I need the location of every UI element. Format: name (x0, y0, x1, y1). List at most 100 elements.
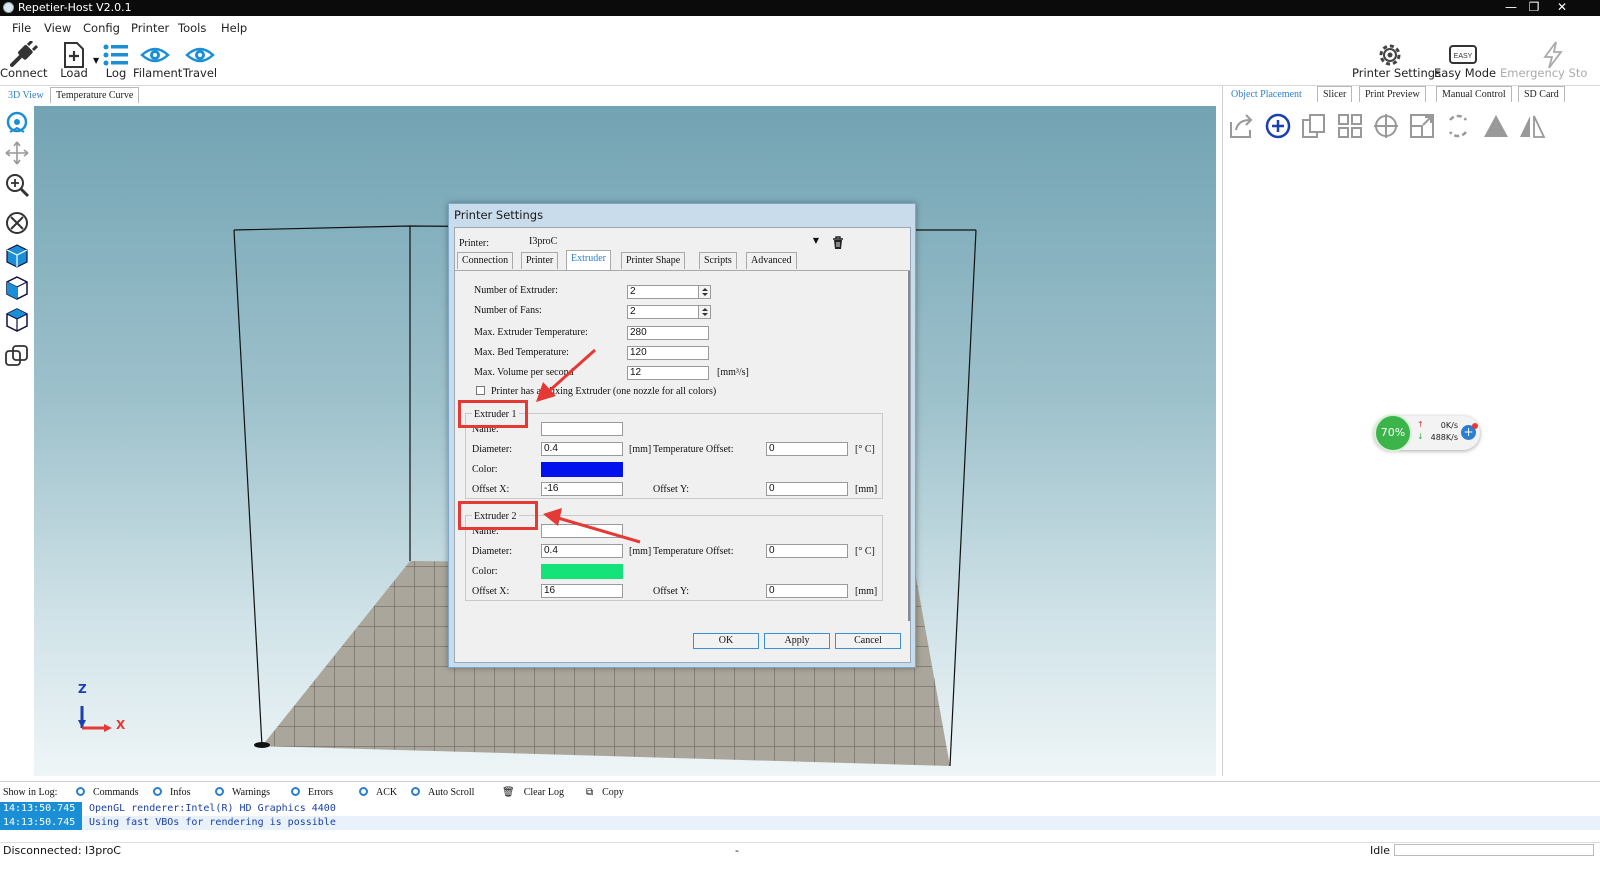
extruder-2-offset-x-label: Offset X: (472, 586, 510, 597)
restore-icon[interactable]: ❐ (1523, 0, 1545, 16)
apply-button[interactable]: Apply (764, 633, 830, 649)
load-button[interactable]: Load (56, 38, 92, 84)
copy-icon: ⧉ (586, 787, 594, 798)
copy-log-button[interactable]: ⧉ Copy (586, 787, 624, 798)
extruder-1-temp-offset-label: Temperature Offset: (653, 444, 734, 455)
num-extruder-input[interactable]: 2 (627, 285, 699, 299)
filament-button[interactable]: Filament (133, 38, 182, 84)
max-extruder-temp-input[interactable]: 280 (627, 326, 709, 340)
clear-log-button[interactable]: 🗑 Clear Log (502, 787, 564, 798)
extruder-2-offset-unit: [mm] (855, 586, 878, 597)
autoposition-icon[interactable] (1336, 112, 1364, 140)
rotate-view-icon[interactable] (4, 110, 30, 136)
axis-z-label: Z (78, 682, 87, 696)
extruder-1-temp-offset-input[interactable]: 0 (766, 442, 848, 456)
eye-icon (185, 47, 215, 63)
front-view-icon[interactable] (4, 275, 30, 301)
easy-mode-button[interactable]: EASY Easy Mode (1434, 38, 1496, 84)
log-option-commands[interactable]: Commands (76, 787, 139, 798)
zoom-icon[interactable] (4, 172, 30, 198)
title-bar: Repetier-Host V2.0.1 — ❐ ✕ (0, 0, 1600, 16)
tab-connection[interactable]: Connection (457, 252, 514, 269)
center-object-icon[interactable] (1372, 112, 1400, 140)
log-option-ack[interactable]: ACK (359, 787, 397, 798)
extruder-2-temp-offset-input[interactable]: 0 (766, 544, 848, 558)
menu-tools[interactable]: Tools (178, 21, 206, 35)
log-option-errors[interactable]: Errors (291, 787, 333, 798)
tab-sd-card[interactable]: SD Card (1518, 86, 1565, 102)
menu-view[interactable]: View (44, 21, 71, 35)
plug-icon (10, 41, 38, 67)
cancel-button[interactable]: Cancel (835, 633, 901, 649)
extruder-2-offset-x-input[interactable]: 16 (541, 584, 623, 598)
top-view-icon[interactable] (4, 307, 30, 333)
travel-button[interactable]: Travel (180, 38, 220, 84)
lightning-icon (1543, 41, 1563, 69)
tab-extruder[interactable]: Extruder (566, 250, 611, 270)
download-speed: 488K/s (1430, 433, 1458, 442)
menu-config[interactable]: Config (83, 21, 120, 35)
tab-temperature-curve[interactable]: Temperature Curve (50, 87, 140, 103)
radio-icon (153, 787, 162, 796)
add-object-icon[interactable] (1264, 112, 1292, 140)
log-option-infos[interactable]: Infos (153, 787, 191, 798)
extruder-1-temp-unit: [° C] (855, 444, 875, 455)
tab-printer-shape[interactable]: Printer Shape (621, 252, 686, 269)
view-tool-column (0, 106, 34, 776)
rotate-object-icon[interactable] (1444, 112, 1472, 140)
extruder-1-offset-y-input[interactable]: 0 (766, 482, 848, 496)
fit-view-icon[interactable] (4, 210, 30, 236)
trash-icon[interactable] (832, 236, 844, 250)
extruder-2-color-swatch[interactable] (541, 564, 623, 579)
log-button[interactable]: Log (101, 38, 131, 84)
minimize-icon[interactable]: — (1500, 0, 1522, 16)
log-option-auto-scroll[interactable]: Auto Scroll (411, 787, 474, 798)
origin-marker (254, 742, 270, 748)
load-dropdown-icon[interactable]: ▼ (93, 56, 99, 65)
mirror-object-icon[interactable] (1518, 112, 1546, 140)
printer-label: Printer: (459, 238, 489, 249)
log-option-warnings[interactable]: Warnings (215, 787, 270, 798)
show-in-log-label: Show in Log: (3, 787, 58, 798)
radio-icon (411, 787, 420, 796)
menu-printer[interactable]: Printer (131, 21, 169, 35)
window-title: Repetier-Host V2.0.1 (18, 1, 132, 14)
export-icon[interactable] (1228, 112, 1256, 140)
num-fans-stepper[interactable] (699, 305, 711, 319)
tab-3d-view[interactable]: 3D View (2, 87, 50, 103)
dialog-title: Printer Settings (454, 208, 544, 222)
num-fans-input[interactable]: 2 (627, 305, 699, 319)
printer-settings-button[interactable]: Printer Settings (1352, 38, 1441, 84)
emergency-stop-button[interactable]: Emergency Sto (1498, 38, 1598, 84)
cut-object-icon[interactable] (1482, 112, 1510, 140)
network-speed-widget[interactable]: 70% ↑ ↓ 0K/s 488K/s + (1374, 414, 1480, 452)
axis-x-label: X (116, 718, 126, 732)
tab-object-placement[interactable]: Object Placement (1225, 86, 1308, 102)
tab-printer[interactable]: Printer (521, 252, 559, 269)
tab-print-preview[interactable]: Print Preview (1359, 86, 1426, 102)
printer-select[interactable]: I3proC ▼ (525, 234, 821, 249)
num-extruder-stepper[interactable] (699, 285, 711, 299)
scale-icon[interactable] (1408, 112, 1436, 140)
connect-button[interactable]: Connect (0, 38, 48, 84)
parallel-projection-icon[interactable] (4, 343, 30, 369)
move-view-icon[interactable] (4, 140, 30, 166)
ok-button[interactable]: OK (693, 633, 759, 649)
close-icon[interactable]: ✕ (1551, 0, 1573, 16)
tab-slicer[interactable]: Slicer (1317, 86, 1353, 102)
log-label: Log (105, 66, 127, 80)
load-label: Load (60, 66, 88, 80)
app-icon (3, 2, 14, 13)
tab-scripts[interactable]: Scripts (699, 252, 737, 269)
iso-view-icon[interactable] (4, 243, 30, 269)
menu-bar: File View Config Printer Tools Help (0, 17, 1600, 39)
printer-status: Idle (1370, 844, 1391, 857)
menu-file[interactable]: File (12, 21, 31, 35)
log-row: 14:13:50.745 Using fast VBOs for renderi… (0, 816, 1600, 830)
tab-advanced[interactable]: Advanced (746, 252, 797, 269)
menu-help[interactable]: Help (221, 21, 247, 35)
tab-manual-control[interactable]: Manual Control (1436, 86, 1512, 102)
copy-object-icon[interactable] (1300, 112, 1328, 140)
extruder-2-temp-unit: [° C] (855, 546, 875, 557)
extruder-2-offset-y-input[interactable]: 0 (766, 584, 848, 598)
